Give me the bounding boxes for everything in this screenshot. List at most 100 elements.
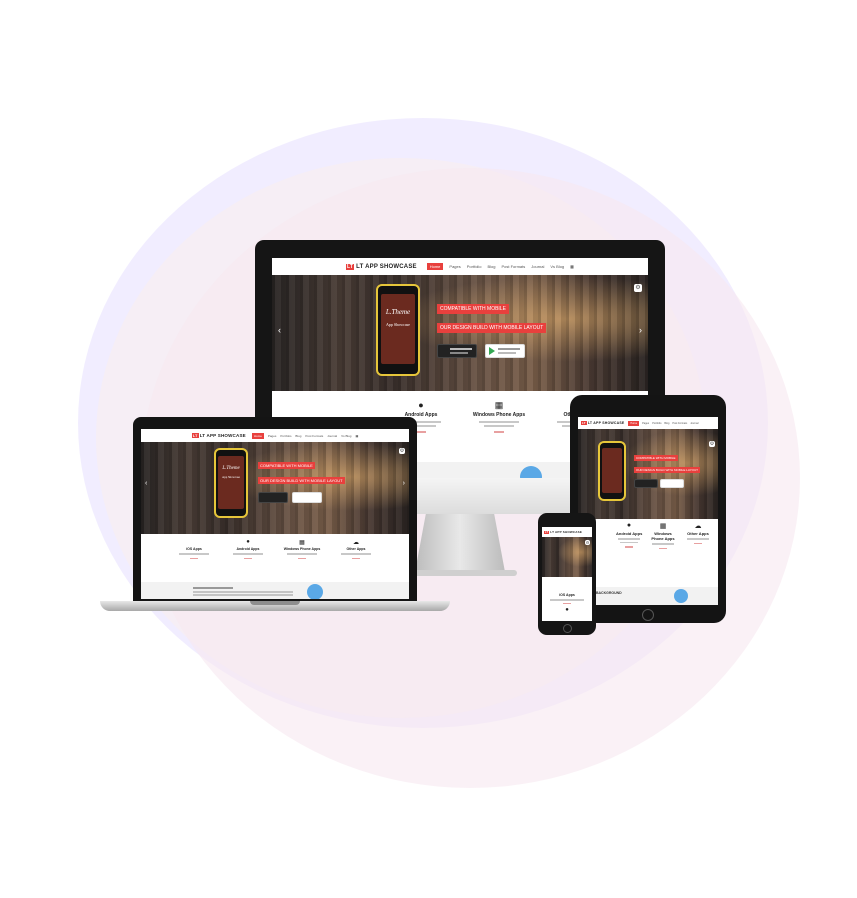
nav-pages[interactable]: Pages xyxy=(642,422,649,425)
apple-icon xyxy=(174,539,214,547)
nav-home[interactable]: Home xyxy=(426,263,444,270)
phone-home-button[interactable] xyxy=(563,624,572,633)
hero-phone-title: L.Theme xyxy=(385,308,411,316)
feature-android: ● Android Apps xyxy=(616,522,642,582)
phone-screen: LT LT APP SHOWCASE ⚙ iOS Apps ● xyxy=(542,527,592,621)
site-logo[interactable]: LT LT APP SHOWCASE xyxy=(346,263,417,270)
feature-title: Windows Phone Apps xyxy=(283,547,321,551)
settings-gear-icon[interactable]: ⚙ xyxy=(634,284,642,292)
hero-phone-screen: L.Theme App Showcase xyxy=(381,294,415,364)
nav-post-formats[interactable]: Post Formats xyxy=(305,434,323,438)
feature-readmore-link[interactable] xyxy=(190,557,198,559)
slider-prev-arrow[interactable]: ‹ xyxy=(145,480,147,487)
app-store-button[interactable] xyxy=(437,344,477,358)
settings-gear-icon[interactable]: ⚙ xyxy=(709,441,715,447)
cloud-icon: ☁ xyxy=(694,523,702,530)
hero-phone-title: L.Theme xyxy=(222,466,240,471)
logo-text: LT APP SHOWCASE xyxy=(550,530,583,534)
feature-readmore-link[interactable] xyxy=(244,557,252,559)
android-icon: ● xyxy=(418,400,424,410)
feature-readmore-link[interactable] xyxy=(352,557,360,559)
features-row: iOS Apps ● Android Apps ▦ Windows Phone … xyxy=(141,539,409,579)
grid-icon[interactable]: ▦ xyxy=(570,264,574,269)
hero-headline: COMPATIBLE WITH MOBILE xyxy=(437,304,509,314)
google-play-button[interactable] xyxy=(660,479,684,488)
app-store-button[interactable] xyxy=(634,479,658,488)
tablet-screen: LT LT APP SHOWCASE Home Pages Portfolio … xyxy=(578,417,718,605)
play-circle[interactable] xyxy=(674,589,688,603)
hero-subline: OUR DESIGN BUILD WITH MOBILE LAYOUT xyxy=(634,467,700,473)
play-circle[interactable] xyxy=(307,584,323,599)
feature-windows: ▦ Windows Phone Apps xyxy=(469,400,529,460)
site-navbar: LT LT APP SHOWCASE Home Pages Portfolio … xyxy=(272,258,648,276)
nav-journal[interactable]: Journal xyxy=(531,264,544,269)
nav-post-formats[interactable]: Post Formats xyxy=(672,422,687,425)
site-logo[interactable]: LT LT APP SHOWCASE xyxy=(544,530,582,534)
hero-headline: COMPATIBLE WITH MOBILE xyxy=(258,462,315,469)
hero-phone-mockup xyxy=(598,441,626,501)
settings-gear-icon[interactable]: ⚙ xyxy=(585,540,590,545)
hero-slider: ⚙ COMPATIBLE WITH MOBILE OUR DESIGN BUIL… xyxy=(578,429,718,519)
logo-text: LT APP SHOWCASE xyxy=(587,421,625,425)
feature-readmore-link[interactable] xyxy=(298,557,306,559)
nav-pages[interactable]: Pages xyxy=(268,434,277,438)
nav-vs-blog[interactable]: Vs Blog xyxy=(341,434,351,438)
feature-text xyxy=(550,599,584,601)
android-icon: ● xyxy=(246,539,250,545)
nav-portfolio[interactable]: Portfolio xyxy=(280,434,291,438)
slider-prev-arrow[interactable]: ‹ xyxy=(278,325,281,335)
google-play-button[interactable] xyxy=(485,344,525,358)
nav-home[interactable]: Home xyxy=(628,420,640,426)
windows-icon: ▦ xyxy=(299,540,305,546)
section-label: BACKGROUND xyxy=(596,591,622,595)
tablet-home-button[interactable] xyxy=(642,609,654,621)
nav-journal[interactable]: Journal xyxy=(690,422,698,425)
nav-post-formats[interactable]: Post Formats xyxy=(501,264,525,269)
features-row: ● Android Apps ▦ Windows Phone Apps ☁ Ot… xyxy=(578,522,718,582)
laptop: LT LT APP SHOWCASE Home Pages Portfolio … xyxy=(100,417,450,622)
nav-blog[interactable]: Blog xyxy=(664,422,669,425)
feature-windows: ▦ Windows Phone Apps xyxy=(282,539,322,579)
logo-mark: LT xyxy=(544,530,550,534)
google-play-button[interactable] xyxy=(292,492,322,503)
feature-readmore-link[interactable] xyxy=(563,602,571,604)
grid-icon[interactable]: ▦ xyxy=(355,434,358,438)
google-play-caption xyxy=(498,348,520,350)
app-store-caption-2 xyxy=(450,352,468,354)
feature-readmore-link[interactable] xyxy=(659,547,667,549)
hero-subline: OUR DESIGN BUILD WITH MOBILE LAYOUT xyxy=(437,323,547,333)
nav-portfolio[interactable]: Portfolio xyxy=(652,422,661,425)
slider-next-arrow[interactable]: › xyxy=(403,480,405,487)
app-store-button[interactable] xyxy=(258,492,288,503)
logo-mark: LT xyxy=(346,263,355,270)
android-icon: ● xyxy=(626,522,632,529)
nav-vs-blog[interactable]: Vs Blog xyxy=(550,264,564,269)
section-text xyxy=(193,594,293,596)
logo-mark: LT xyxy=(191,433,199,438)
nav-blog[interactable]: Blog xyxy=(487,264,495,269)
site-logo[interactable]: LT LT APP SHOWCASE xyxy=(191,433,246,438)
site-menu: Home Pages Portfolio Blog Post Formats J… xyxy=(628,420,698,426)
section-background: BACKGROUND xyxy=(578,587,718,605)
hero-subline: OUR DESIGN BUILD WITH MOBILE LAYOUT xyxy=(258,477,345,484)
feature-text xyxy=(341,553,371,555)
site-logo[interactable]: LT LT APP SHOWCASE xyxy=(581,421,624,425)
settings-gear-icon[interactable]: ⚙ xyxy=(399,448,405,454)
google-play-icon xyxy=(489,347,495,355)
feature-readmore-link[interactable] xyxy=(694,542,702,544)
feature-title: iOS Apps xyxy=(186,547,202,551)
nav-journal[interactable]: Journal xyxy=(327,434,337,438)
nav-pages[interactable]: Pages xyxy=(449,264,460,269)
slider-next-arrow[interactable]: › xyxy=(639,325,642,335)
feature-title: Other Apps xyxy=(687,531,709,536)
hero-slider: ‹ › ⚙ L.Theme App Showcase COMPATIBLE WI… xyxy=(272,275,648,391)
hero-slider: ‹ › ⚙ L.Theme App Showcase COMPATIBLE WI… xyxy=(141,442,409,534)
section-text xyxy=(193,587,233,589)
hero-phone-mockup: L.Theme App Showcase xyxy=(376,284,420,376)
nav-home[interactable]: Home xyxy=(251,432,264,439)
feature-readmore-link[interactable] xyxy=(625,546,633,548)
nav-blog[interactable]: Blog xyxy=(295,434,301,438)
nav-portfolio[interactable]: Portfolio xyxy=(467,264,482,269)
feature-readmore-link[interactable] xyxy=(494,431,504,433)
section-text xyxy=(193,591,293,593)
